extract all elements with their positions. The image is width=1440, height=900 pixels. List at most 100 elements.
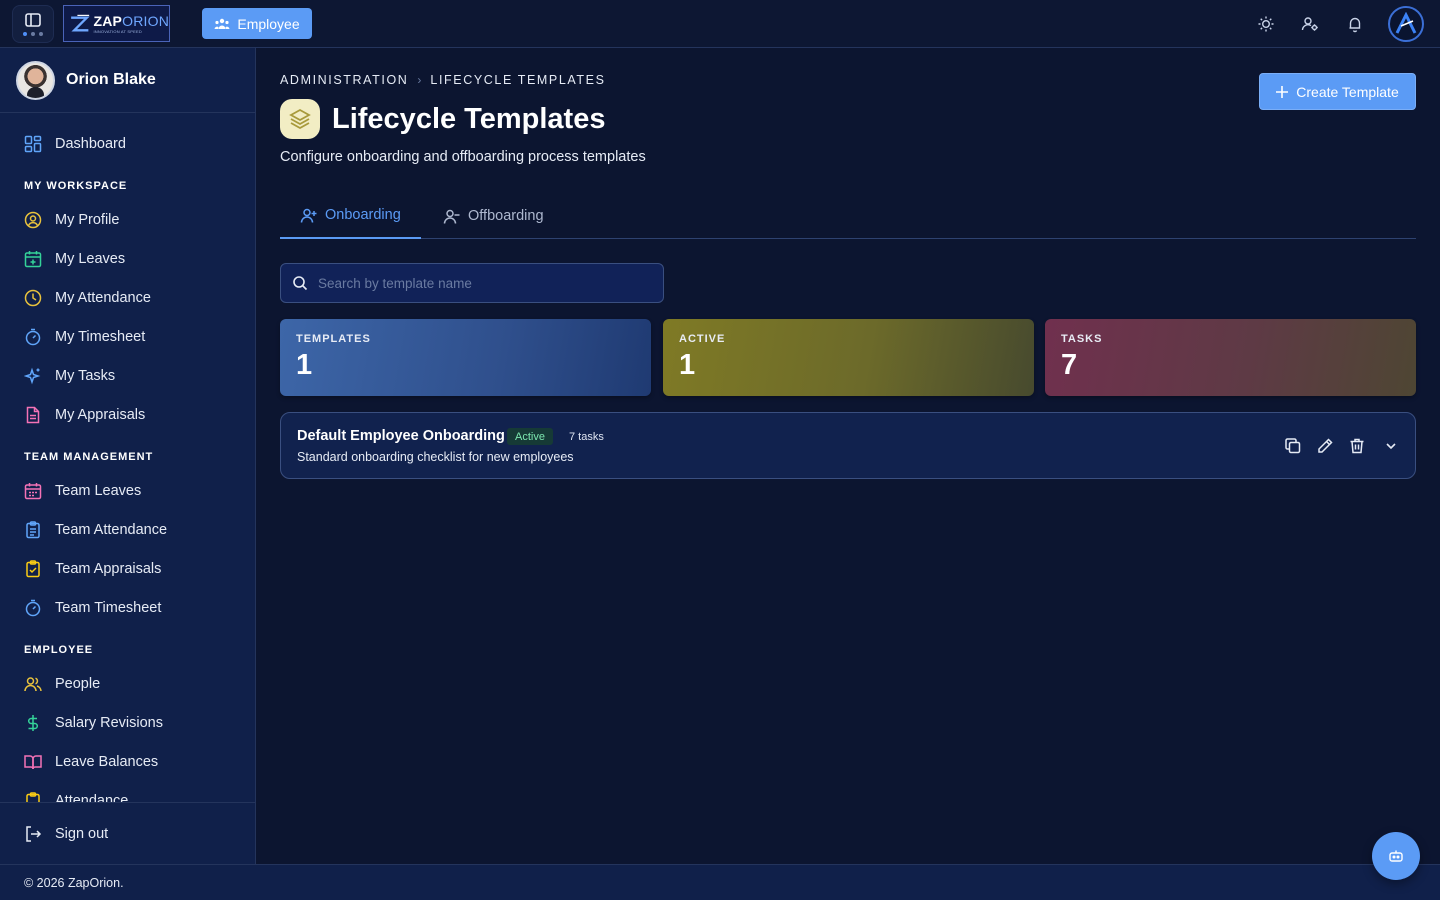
tab-onboarding[interactable]: Onboarding [280, 193, 421, 239]
section-team-management: TEAM MANAGEMENT [24, 451, 154, 463]
account-a-logo-icon [1395, 12, 1417, 34]
sidebar-item-label: My Appraisals [55, 407, 146, 423]
sidebar-item-label: Salary Revisions [55, 715, 163, 731]
sidebar-item-label: Team Attendance [55, 522, 168, 538]
sidebar-item-label: My Tasks [55, 368, 116, 384]
breadcrumb-lifecycle-templates: LIFECYCLE TEMPLATES [430, 73, 606, 87]
calendar-plus-icon [24, 251, 42, 268]
bell-icon[interactable] [1345, 14, 1365, 34]
sidebar-item-team-attendance[interactable]: Team Attendance [0, 512, 255, 548]
sidebar-item-label: Attendance [55, 793, 129, 802]
plus-icon [1276, 85, 1289, 98]
sidebar-item-dashboard[interactable]: Dashboard [0, 126, 255, 162]
sidebar-item-label: Leave Balances [55, 754, 159, 770]
users-icon [24, 677, 42, 692]
breadcrumb: ADMINISTRATION › LIFECYCLE TEMPLATES [280, 73, 606, 87]
tab-offboarding-label: Offboarding [468, 208, 544, 224]
sidebar-item-label: Dashboard [55, 136, 126, 152]
logo-word-orion: ORION [122, 12, 169, 29]
create-template-button[interactable]: Create Template [1259, 73, 1416, 110]
logo-word-zap: ZAP [93, 12, 123, 29]
stat-card-templates: TEMPLATES 1 [280, 319, 651, 396]
sidebar-nav[interactable]: Dashboard MY WORKSPACE My Profile My Lea… [0, 114, 255, 802]
create-template-label: Create Template [1296, 83, 1399, 100]
search-box [280, 263, 664, 303]
clock-icon [24, 289, 42, 307]
dashboard-grid-icon [24, 135, 42, 153]
sidebar-item-leave-balances[interactable]: Leave Balances [0, 744, 255, 780]
sidebar: Orion Blake Dashboard MY WORKSPACE My Pr… [0, 48, 256, 864]
robot-icon [1389, 850, 1403, 862]
stat-value: 1 [679, 349, 696, 381]
breadcrumb-administration[interactable]: ADMINISTRATION [280, 73, 408, 87]
sign-out-button[interactable]: Sign out [0, 816, 255, 852]
sparkles-icon [24, 367, 41, 385]
stat-label: TASKS [1061, 333, 1103, 345]
sidebar-item-label: My Timesheet [55, 329, 146, 345]
stat-value: 1 [296, 349, 313, 381]
sidebar-item-attendance[interactable]: Attendance [0, 783, 255, 802]
sidebar-toggle-button[interactable] [12, 5, 54, 43]
footer: © 2026 ZapOrion. [0, 864, 1440, 900]
section-my-workspace: MY WORKSPACE [24, 180, 128, 192]
clipboard-list-icon [26, 521, 40, 539]
clipboard-check-icon [26, 560, 40, 578]
sidebar-item-team-appraisals[interactable]: Team Appraisals [0, 551, 255, 587]
search-icon [293, 276, 308, 291]
sidebar-item-team-timesheet[interactable]: Team Timesheet [0, 590, 255, 626]
search-input[interactable] [318, 275, 638, 291]
assistant-chat-button[interactable] [1372, 832, 1420, 880]
sidebar-item-my-attendance[interactable]: My Attendance [0, 280, 255, 316]
sidebar-item-label: My Profile [55, 212, 120, 228]
chevron-right-icon: › [417, 73, 422, 87]
sidebar-item-my-leaves[interactable]: My Leaves [0, 241, 255, 277]
section-employee: EMPLOYEE [24, 644, 94, 656]
duplicate-icon[interactable] [1284, 437, 1302, 455]
user-gear-icon[interactable] [1300, 14, 1320, 34]
zaporion-logo[interactable]: ZAPORION INNOVATION AT SPEED [63, 5, 170, 42]
document-icon [26, 406, 40, 424]
sidebar-item-label: Team Appraisals [55, 561, 162, 577]
sidebar-item-team-leaves[interactable]: Team Leaves [0, 473, 255, 509]
sidebar-item-my-profile[interactable]: My Profile [0, 202, 255, 238]
stat-label: TEMPLATES [296, 333, 371, 345]
sidebar-item-my-tasks[interactable]: My Tasks [0, 358, 255, 394]
sidebar-item-label: Team Leaves [55, 483, 142, 499]
logo-tagline: INNOVATION AT SPEED [93, 28, 142, 34]
user-profile-block[interactable]: Orion Blake [0, 48, 255, 113]
task-count-badge: 7 tasks [569, 430, 604, 443]
account-avatar[interactable] [1388, 6, 1424, 42]
template-card[interactable]: Default Employee Onboarding Active 7 tas… [280, 412, 1416, 479]
sidebar-item-label: My Leaves [55, 251, 126, 267]
employee-role-label: Employee [237, 15, 300, 32]
timer-icon [25, 599, 41, 617]
trash-icon[interactable] [1348, 437, 1366, 455]
sidebar-item-label: Team Timesheet [55, 600, 162, 616]
template-name: Default Employee Onboarding [297, 428, 505, 444]
employee-role-button[interactable]: Employee [202, 8, 312, 39]
user-avatar [16, 60, 55, 100]
stat-card-tasks: TASKS 7 [1045, 319, 1416, 396]
edit-pencil-icon[interactable] [1316, 437, 1334, 455]
sidebar-item-my-appraisals[interactable]: My Appraisals [0, 397, 255, 433]
sun-icon[interactable] [1256, 14, 1276, 34]
sidebar-item-label: People [55, 676, 101, 692]
page-header: Lifecycle Templates [280, 99, 605, 139]
user-name: Orion Blake [66, 71, 156, 88]
layers-icon [280, 99, 320, 139]
page-subtitle: Configure onboarding and offboarding pro… [280, 149, 646, 165]
stat-label: ACTIVE [679, 333, 726, 345]
sidebar-item-my-timesheet[interactable]: My Timesheet [0, 319, 255, 355]
user-circle-icon [24, 211, 42, 229]
book-open-icon [24, 755, 42, 770]
tab-offboarding[interactable]: Offboarding [423, 193, 564, 239]
sidebar-item-salary-revisions[interactable]: Salary Revisions [0, 705, 255, 741]
sidebar-item-label: My Attendance [55, 290, 151, 306]
template-description: Standard onboarding checklist for new em… [297, 450, 574, 464]
sidebar-item-people[interactable]: People [0, 666, 255, 702]
dollar-icon [27, 715, 39, 731]
copyright-text: © 2026 ZapOrion. [24, 875, 124, 890]
chevron-down-icon[interactable] [1382, 437, 1400, 455]
tab-onboarding-label: Onboarding [325, 207, 401, 223]
team-icon [214, 18, 230, 29]
